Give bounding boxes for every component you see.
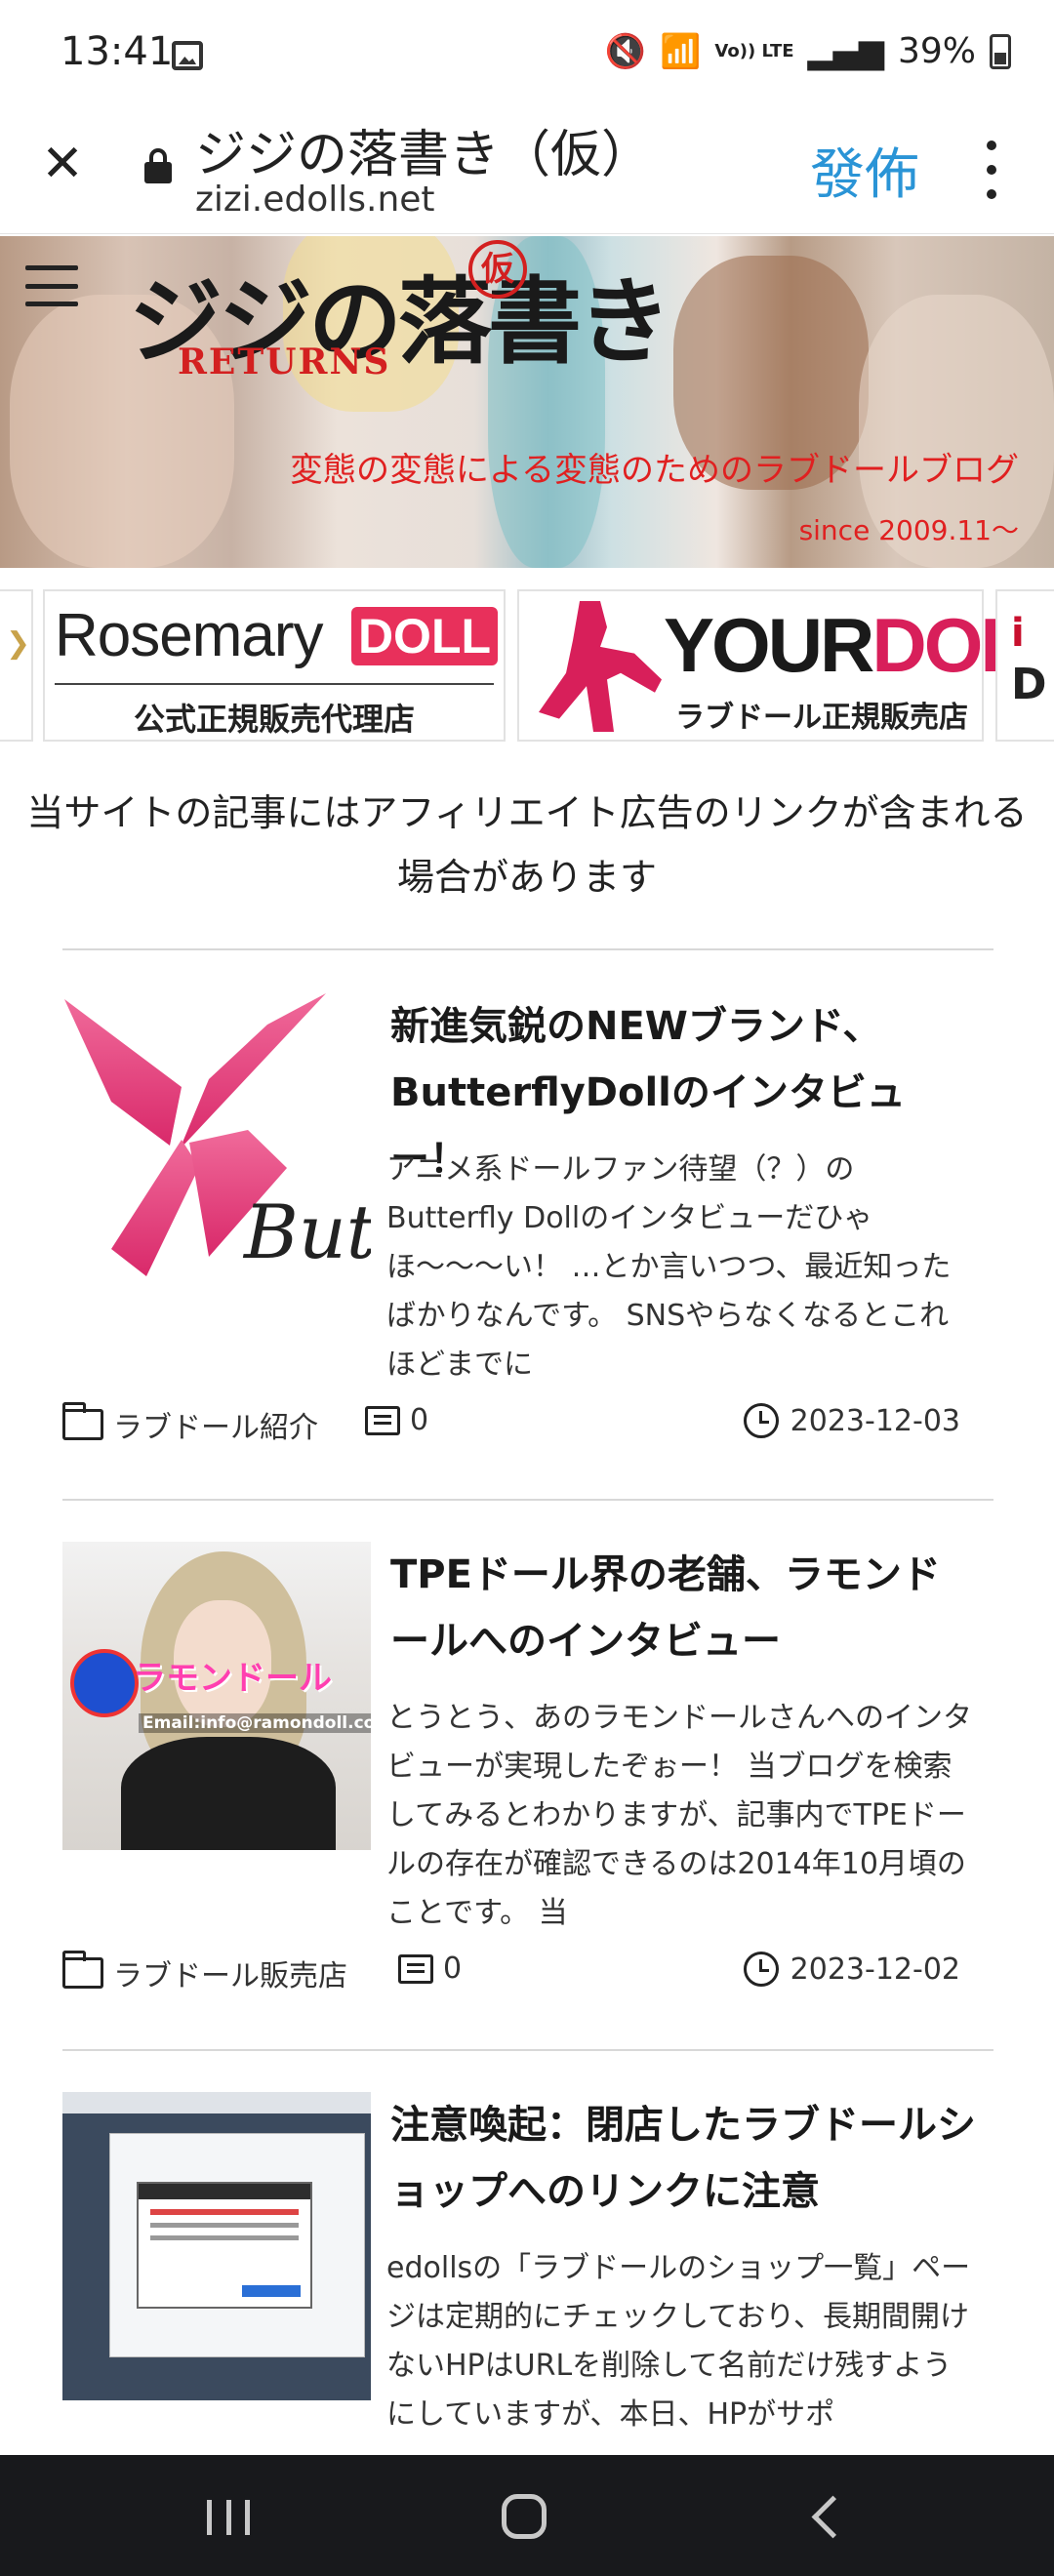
divider [62, 2049, 993, 2051]
article-thumbnail[interactable] [62, 2092, 371, 2400]
hamburger-menu-icon[interactable] [25, 265, 78, 306]
folder-icon [62, 1402, 103, 1440]
logo-kari-mark: 仮 [468, 240, 527, 299]
battery-icon [990, 33, 1011, 69]
article-comments[interactable]: 0 [365, 1403, 428, 1437]
site-since: since 2009.11〜 [798, 514, 1019, 546]
mute-icon: 🔇 [604, 31, 647, 71]
status-icons: 🔇 📶 Vo)) LTE ▂▄▆ 39% [605, 31, 1011, 71]
close-button[interactable]: ✕ [35, 135, 90, 193]
rosemary-name: Rosemary [55, 602, 324, 669]
system-nav-bar [0, 2455, 1054, 2576]
lock-icon[interactable] [144, 148, 172, 183]
status-bar: 13:41 🔇 📶 Vo)) LTE ▂▄▆ 39% [0, 0, 1054, 107]
article-excerpt: アニメ系ドールファン待望（？）のButterfly Dollのインタビューだひゃ… [386, 1152, 952, 1382]
ad-banner-partial-left[interactable]: ❯ [0, 589, 33, 742]
article-date: 2023-12-03 [743, 1403, 960, 1438]
ad-carousel[interactable]: ❯ Rosemary DOLL 公式正規販売代理店 YOURDOLL ラブドール… [0, 585, 1054, 742]
article-meta: ラブドール販売店 0 2023-12-02 [62, 1951, 960, 2000]
affiliate-disclaimer: 当サイトの記事にはアフィリエイト広告のリンクが含まれる場合があります [26, 791, 1028, 899]
yourdoll-sub: ラブドール正規販売店 [675, 701, 968, 735]
folder-icon [62, 1951, 103, 1989]
ad-banner-yourdoll[interactable]: YOURDOLL ラブドール正規販売店 [517, 589, 1054, 742]
recent-apps-icon[interactable] [207, 2500, 250, 2535]
status-time: 13:41 [61, 29, 174, 74]
more-options-icon[interactable] [980, 141, 1003, 199]
clock-icon [743, 1403, 779, 1438]
article-meta: ラブドール紹介 0 2023-12-03 [62, 1402, 960, 1452]
article-excerpt: とうとう、あのラモンドールさんへのインタビューが実現したぞぉー！ 当ブログを検索… [386, 1701, 972, 1930]
article-category[interactable]: ラブドール紹介 [62, 1402, 318, 1446]
page-title: ジジの落書き（仮） [195, 126, 653, 184]
article-category[interactable]: ラブドール販売店 [62, 1951, 347, 1994]
close-icon: ✕ [41, 135, 84, 193]
ad-banner-partial-right[interactable]: iD [995, 589, 1054, 742]
back-icon[interactable] [806, 2496, 845, 2535]
article-thumbnail[interactable]: ラモンドール Email:info@ramondoll.com [62, 1542, 371, 1850]
article-date: 2023-12-02 [743, 1952, 960, 1987]
article-excerpt: edollsの「ラブドールのショップ一覧」ページは定期的にチェックしており、長期… [386, 2251, 971, 2432]
divider [62, 1499, 993, 1501]
image-icon [172, 41, 203, 70]
comment-icon [398, 1953, 433, 1984]
battery-percent: 39% [897, 31, 976, 71]
rosemary-badge: DOLL [351, 607, 498, 665]
site-tagline: 変態の変態による変態のためのラブドールブログ [290, 451, 1019, 490]
yourdoll-silhouette-icon [539, 601, 662, 732]
browser-toolbar: ✕ ジジの落書き（仮） zizi.edolls.net 發佈 [0, 107, 1054, 234]
translate-button[interactable]: 發佈 [810, 131, 919, 210]
rosemary-sub: 公式正規販売代理店 [133, 701, 415, 738]
home-icon[interactable] [502, 2494, 547, 2539]
volte-label: Vo)) LTE [714, 40, 794, 61]
article-title[interactable]: TPEドール界の老舗、ラモンドールへのインタビュー [390, 1542, 976, 1674]
logo-subtitle: RETURNS [178, 342, 391, 382]
comment-icon [365, 1405, 400, 1435]
signal-icon: ▂▄▆ [807, 31, 884, 71]
divider [62, 948, 993, 950]
wifi-icon: 📶 [660, 31, 702, 71]
clock-icon [743, 1952, 779, 1987]
ad-banner-rosemary[interactable]: Rosemary DOLL 公式正規販売代理店 [43, 589, 506, 742]
page-url[interactable]: zizi.edolls.net [195, 180, 435, 220]
article-comments[interactable]: 0 [398, 1952, 462, 1986]
article-title[interactable]: 注意喚起：閉店したラブドールショップへのリンクに注意 [390, 2092, 976, 2225]
site-header-banner[interactable]: ジジの落書き 仮 RETURNS 変態の変態による変態のためのラブドールブログ … [0, 236, 1054, 568]
article-thumbnail[interactable]: But [62, 993, 371, 1302]
